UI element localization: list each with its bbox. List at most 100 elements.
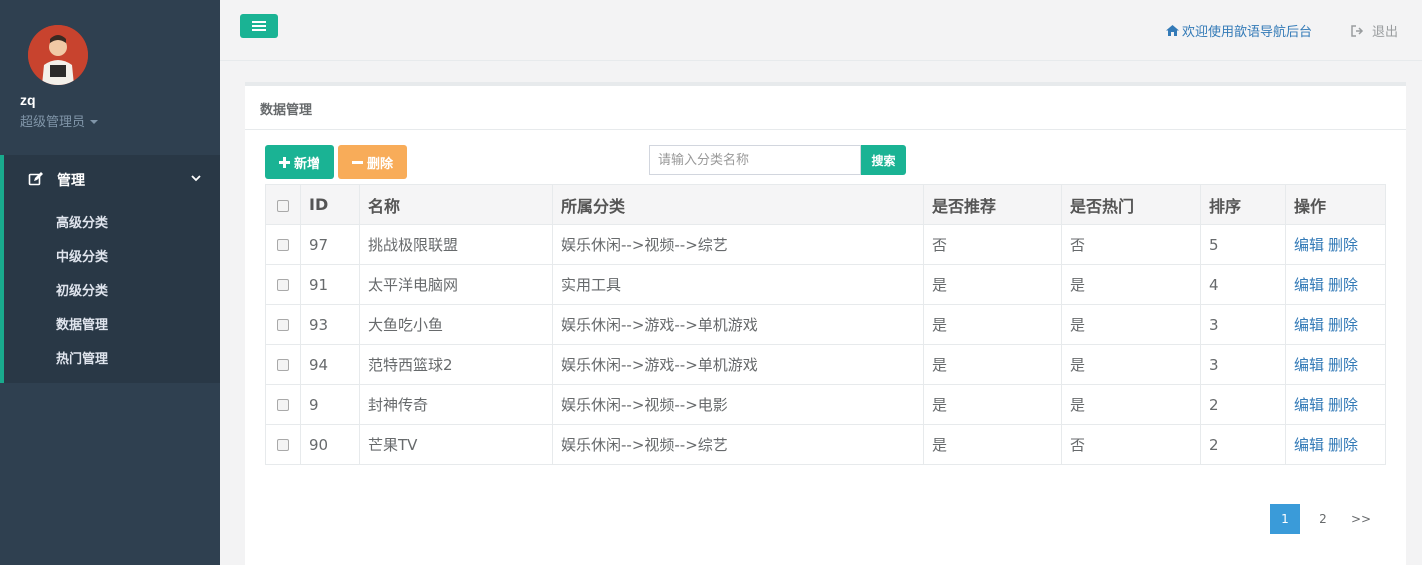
cell-name: 芒果TV [359, 424, 553, 465]
batch-delete-button[interactable]: 删除 [338, 145, 407, 179]
column-header: ID [300, 184, 360, 225]
caret-down-icon [90, 119, 99, 124]
table-row: 97 挑战极限联盟 娱乐休闲-->视频-->综艺 否 否 5 编辑 删除 [265, 224, 1386, 265]
edit-link[interactable]: 编辑 [1294, 436, 1324, 454]
plus-icon [278, 156, 290, 168]
logout-button[interactable]: 退出 [1351, 21, 1398, 40]
nav-menu-manage[interactable]: 管理 [4, 167, 220, 191]
row-checkbox[interactable] [277, 319, 289, 331]
sidebar-item-hot-management[interactable]: 热门管理 [56, 348, 108, 367]
delete-link[interactable]: 删除 [1328, 356, 1358, 374]
cell-sort: 2 [1200, 424, 1286, 465]
welcome-text: 欢迎使用歆语导航后台 [1181, 25, 1312, 40]
cell-sort: 3 [1200, 304, 1286, 345]
cell-category: 实用工具 [552, 264, 924, 305]
data-table: ID 名称 所属分类 是否推荐 是否热门 排序 操作 97 挑战极限联盟 娱乐休… [265, 184, 1386, 465]
cell-sort: 4 [1200, 264, 1286, 305]
cell-id: 90 [300, 424, 360, 465]
sidebar-item-basic-category[interactable]: 初级分类 [56, 280, 108, 299]
delete-link[interactable]: 删除 [1328, 316, 1358, 334]
cell-actions: 编辑 删除 [1285, 224, 1386, 265]
row-checkbox[interactable] [277, 279, 289, 291]
delete-link[interactable]: 删除 [1328, 436, 1358, 454]
top-navbar: 欢迎使用歆语导航后台 退出 [220, 0, 1422, 61]
cell-name: 范特西篮球2 [359, 344, 553, 385]
cell-recommend: 是 [923, 424, 1062, 465]
row-select-cell [265, 304, 301, 345]
welcome-link[interactable]: 欢迎使用歆语导航后台 [1165, 21, 1312, 40]
cell-hot: 是 [1061, 384, 1201, 425]
cell-sort: 3 [1200, 344, 1286, 385]
edit-link[interactable]: 编辑 [1294, 236, 1324, 254]
edit-link[interactable]: 编辑 [1294, 356, 1324, 374]
page-2-button[interactable]: 2 [1308, 504, 1338, 534]
user-role-dropdown[interactable]: 超级管理员 [20, 111, 99, 130]
cell-recommend: 否 [923, 224, 1062, 265]
pagination: 1 2 >> [1270, 504, 1376, 534]
cell-id: 9 [300, 384, 360, 425]
cell-category: 娱乐休闲-->游戏-->单机游戏 [552, 304, 924, 345]
row-checkbox[interactable] [277, 439, 289, 451]
cell-name: 大鱼吃小鱼 [359, 304, 553, 345]
toggle-sidebar-button[interactable] [240, 14, 278, 38]
cell-hot: 是 [1061, 344, 1201, 385]
sign-out-icon [1351, 24, 1364, 37]
cell-category: 娱乐休闲-->视频-->综艺 [552, 424, 924, 465]
cell-recommend: 是 [923, 264, 1062, 305]
cell-sort: 5 [1200, 224, 1286, 265]
edit-link[interactable]: 编辑 [1294, 276, 1324, 294]
column-header: 是否热门 [1061, 184, 1201, 225]
avatar[interactable] [28, 25, 88, 85]
edit-link[interactable]: 编辑 [1294, 316, 1324, 334]
search-button[interactable]: 搜索 [861, 145, 906, 175]
sidebar-item-mid-category[interactable]: 中级分类 [56, 246, 108, 265]
page-1-button[interactable]: 1 [1270, 504, 1300, 534]
delete-link[interactable]: 删除 [1328, 236, 1358, 254]
sidebar: zq 超级管理员 管理 高级分类 中级分类 初级分类 数据管理 热门管理 [0, 0, 220, 565]
batch-delete-label: 删除 [366, 156, 393, 172]
edit-icon [28, 172, 43, 186]
row-checkbox[interactable] [277, 399, 289, 411]
cell-hot: 否 [1061, 424, 1201, 465]
select-all-checkbox[interactable] [277, 199, 289, 212]
row-checkbox[interactable] [277, 359, 289, 371]
row-checkbox[interactable] [277, 239, 289, 251]
user-name: zq [20, 92, 36, 108]
select-all-cell [265, 184, 301, 225]
add-button[interactable]: 新增 [265, 145, 334, 179]
hamburger-icon [252, 21, 266, 31]
cell-sort: 2 [1200, 384, 1286, 425]
chevron-down-icon [191, 175, 201, 182]
table-header-row: ID 名称 所属分类 是否推荐 是否热门 排序 操作 [265, 184, 1386, 225]
column-header: 名称 [359, 184, 553, 225]
cell-id: 93 [300, 304, 360, 345]
cell-category: 娱乐休闲-->视频-->电影 [552, 384, 924, 425]
cell-category: 娱乐休闲-->视频-->综艺 [552, 224, 924, 265]
cell-id: 94 [300, 344, 360, 385]
sidebar-item-data-management[interactable]: 数据管理 [56, 314, 108, 333]
row-select-cell [265, 344, 301, 385]
table-row: 90 芒果TV 娱乐休闲-->视频-->综艺 是 否 2 编辑 删除 [265, 424, 1386, 465]
cell-name: 太平洋电脑网 [359, 264, 553, 305]
delete-link[interactable]: 删除 [1328, 396, 1358, 414]
cell-id: 97 [300, 224, 360, 265]
next-page-button[interactable]: >> [1346, 504, 1376, 534]
cell-actions: 编辑 删除 [1285, 304, 1386, 345]
delete-link[interactable]: 删除 [1328, 276, 1358, 294]
column-header: 所属分类 [552, 184, 924, 225]
cell-actions: 编辑 删除 [1285, 424, 1386, 465]
panel-header: 数据管理 [245, 86, 1406, 130]
edit-link[interactable]: 编辑 [1294, 396, 1324, 414]
cell-actions: 编辑 删除 [1285, 384, 1386, 425]
table-row: 9 封神传奇 娱乐休闲-->视频-->电影 是 是 2 编辑 删除 [265, 384, 1386, 425]
profile-block: zq 超级管理员 [0, 0, 220, 155]
row-select-cell [265, 224, 301, 265]
table-row: 94 范特西篮球2 娱乐休闲-->游戏-->单机游戏 是 是 3 编辑 删除 [265, 344, 1386, 385]
cell-recommend: 是 [923, 304, 1062, 345]
table-row: 93 大鱼吃小鱼 娱乐休闲-->游戏-->单机游戏 是 是 3 编辑 删除 [265, 304, 1386, 345]
sidebar-item-advanced-category[interactable]: 高级分类 [56, 212, 108, 231]
row-select-cell [265, 384, 301, 425]
search-input[interactable] [649, 145, 861, 175]
nav-group-manage: 管理 高级分类 中级分类 初级分类 数据管理 热门管理 [0, 155, 220, 383]
column-header: 排序 [1200, 184, 1286, 225]
